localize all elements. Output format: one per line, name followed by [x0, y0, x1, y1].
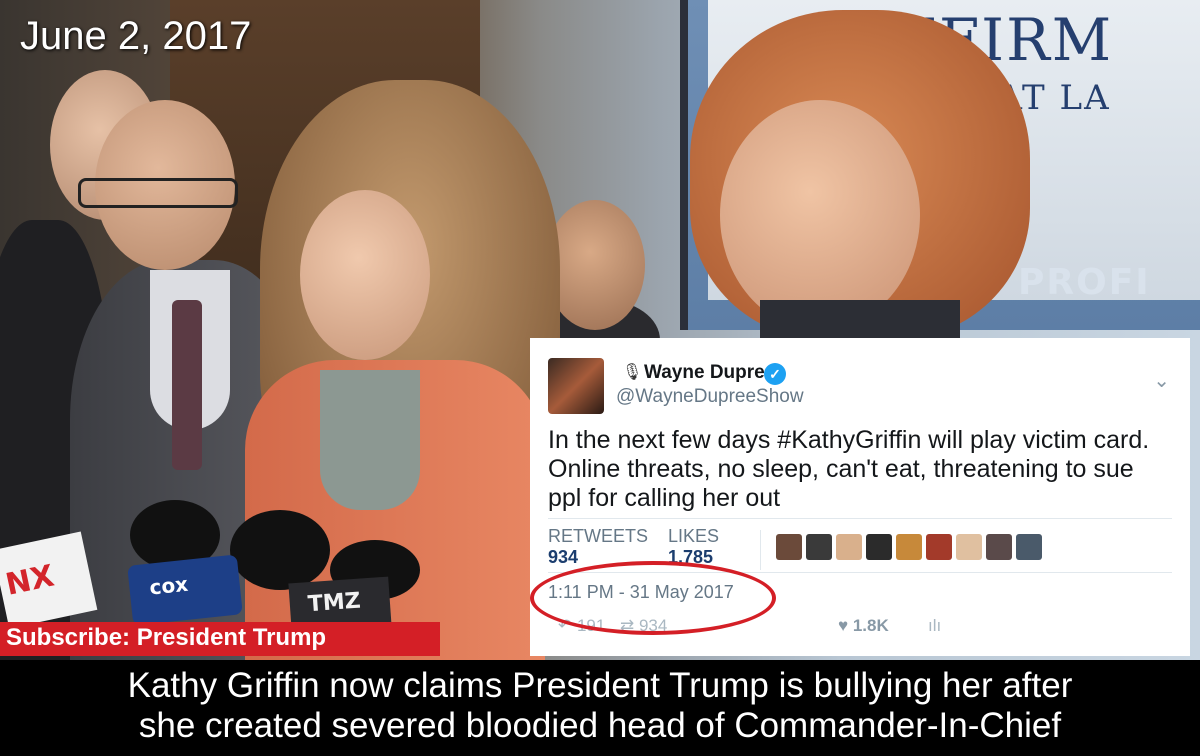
mic-flag-label: cox [148, 571, 190, 600]
caption-line-1: Kathy Griffin now claims President Trump… [127, 666, 1073, 705]
liker-avatar [896, 534, 922, 560]
like-count: 1.8K [852, 616, 889, 635]
liker-avatar [956, 534, 982, 560]
likes-label: LIKES [668, 526, 720, 546]
woman-speaker-face [300, 190, 430, 360]
banner-text-line3: PROFI [1018, 262, 1151, 303]
red-hair-woman-face [720, 100, 920, 330]
liker-avatar [866, 534, 892, 560]
liker-avatar [926, 534, 952, 560]
woman-speaker-blouse [320, 370, 420, 510]
heart-icon: ♥ [838, 616, 853, 635]
tweet-author-name: Wayne Dupree [644, 362, 776, 383]
divider [548, 518, 1172, 519]
liker-avatar [776, 534, 802, 560]
highlight-circle [530, 561, 776, 635]
liker-avatars [776, 534, 1042, 560]
divider [760, 530, 761, 570]
date-overlay: June 2, 2017 [20, 14, 252, 58]
tweet-text: In the next few days #KathyGriffin will … [548, 426, 1150, 512]
liker-avatar [806, 534, 832, 560]
liker-avatar [1016, 534, 1042, 560]
analytics-icon: ılı [928, 616, 942, 635]
liker-avatar [836, 534, 862, 560]
person-background-head [545, 200, 645, 330]
subscribe-banner: Subscribe: President Trump [0, 622, 440, 656]
liker-avatar [986, 534, 1012, 560]
microphone-icon: 🎙 [622, 364, 643, 381]
mic-flag-label: TMZ [307, 588, 362, 618]
caption-line-2: she created severed bloodied head of Com… [138, 706, 1062, 745]
tweet-author-handle: @WayneDupreeShow [616, 386, 804, 407]
microphone [230, 510, 330, 590]
like-action: ♥ 1.8K [838, 616, 889, 636]
verified-badge-icon: ✓ [764, 363, 786, 385]
tweet-author-avatar [548, 358, 604, 414]
retweets-label: RETWEETS [548, 526, 649, 546]
man-glasses [78, 178, 238, 208]
mic-flag: cox [127, 554, 243, 626]
chevron-down-icon: ⌄ [1153, 370, 1170, 392]
man-tie [172, 300, 202, 470]
caption-bar: Kathy Griffin now claims President Trump… [0, 660, 1200, 756]
mic-flag-label: NX [2, 558, 58, 603]
